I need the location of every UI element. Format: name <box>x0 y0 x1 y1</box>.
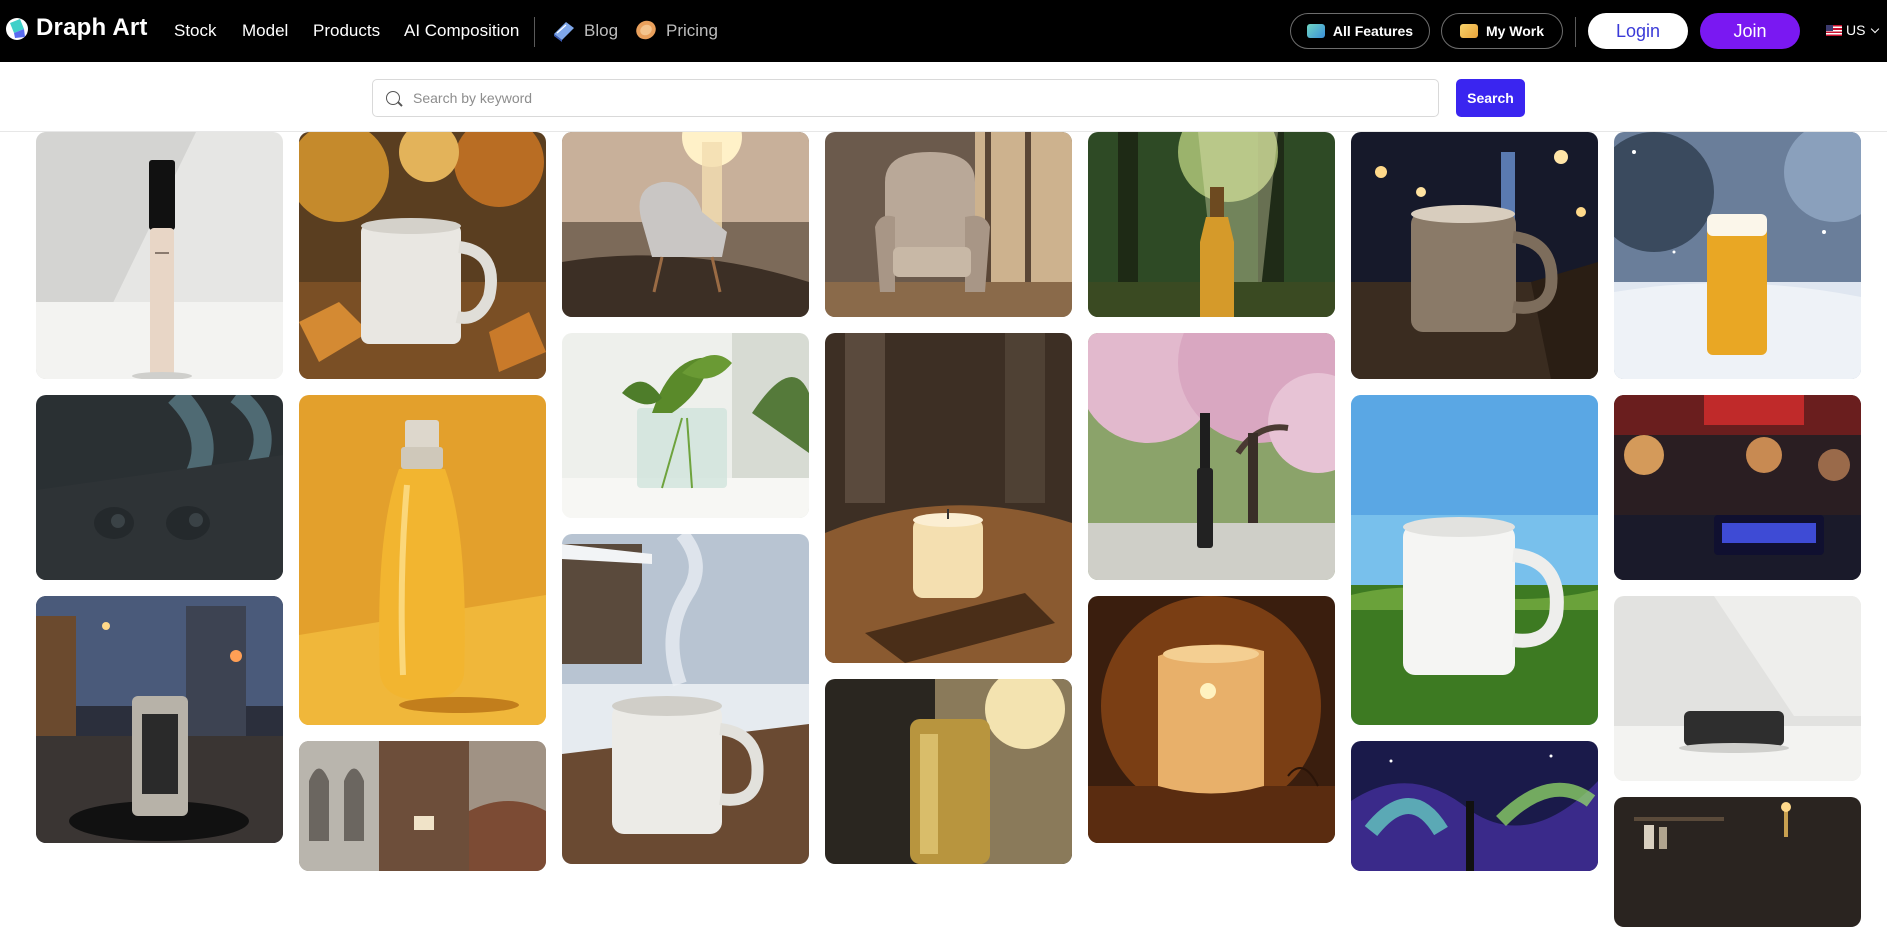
gallery-image-beer-can-street[interactable] <box>36 596 283 843</box>
search-input[interactable] <box>413 80 1423 116</box>
image-content <box>562 534 809 864</box>
gallery-image-digital-clock[interactable] <box>1614 395 1861 580</box>
image-content <box>825 679 1072 864</box>
logo-icon <box>6 18 28 40</box>
image-content <box>562 132 809 317</box>
my-work-label: My Work <box>1485 23 1545 39</box>
image-content <box>299 741 546 871</box>
nav-divider <box>534 17 535 47</box>
join-button[interactable]: Join <box>1700 13 1800 49</box>
image-content <box>825 132 1072 317</box>
gallery-image-dark-shelf[interactable] <box>1614 797 1861 927</box>
image-content <box>1088 596 1335 843</box>
gallery-image-concealer[interactable] <box>36 132 283 379</box>
chevron-down-icon <box>1871 24 1880 33</box>
gallery-image-beer-forest[interactable] <box>1088 132 1335 317</box>
brand-name: Draph Art <box>36 14 148 41</box>
nav-products[interactable]: Products <box>313 21 380 41</box>
nav-blog[interactable]: Blog <box>584 21 618 41</box>
gallery-image-mascara-blossoms[interactable] <box>1088 333 1335 580</box>
nav-ai-composition[interactable]: AI Composition <box>404 21 519 41</box>
locale-selector[interactable]: US <box>1826 22 1880 38</box>
nav-divider <box>1575 17 1576 47</box>
search-box[interactable] <box>372 79 1439 117</box>
my-work-button[interactable]: My Work <box>1441 13 1563 49</box>
image-content <box>1614 395 1861 580</box>
image-content <box>299 395 546 725</box>
gallery-image-mascara-aurora[interactable] <box>1351 741 1598 871</box>
login-button[interactable]: Login <box>1588 13 1688 49</box>
gallery-image-mug-autumn[interactable] <box>299 132 546 379</box>
tag-icon <box>636 20 656 40</box>
gallery-image-armchair-lake[interactable] <box>562 132 809 317</box>
gallery-image-mug-night[interactable] <box>1351 132 1598 379</box>
gallery-image-plant-vase[interactable] <box>562 333 809 518</box>
gallery-image-armchair-window[interactable] <box>825 132 1072 317</box>
search-button[interactable]: Search <box>1456 79 1525 117</box>
search-icon <box>386 91 400 105</box>
gallery-image-beer-snow[interactable] <box>1614 132 1861 379</box>
image-content <box>1088 333 1335 580</box>
nav-stock[interactable]: Stock <box>174 21 217 41</box>
all-features-label: All Features <box>1332 23 1414 39</box>
book-icon <box>554 22 574 42</box>
gallery-image-candle-dark[interactable] <box>1088 596 1335 843</box>
gallery-image-speaker[interactable] <box>1614 596 1861 781</box>
gallery-image-candle-table[interactable] <box>825 333 1072 663</box>
image-content <box>1351 741 1598 871</box>
gallery-image-amber-bottle[interactable] <box>299 395 546 725</box>
locale-label: US <box>1846 22 1866 38</box>
image-content <box>36 596 283 843</box>
image-content <box>1088 132 1335 317</box>
folder-icon <box>1459 24 1478 38</box>
image-content <box>1351 395 1598 725</box>
image-content <box>825 333 1072 663</box>
gallery-image-gold-can[interactable] <box>825 679 1072 864</box>
image-content <box>1614 797 1861 927</box>
top-navigation-bar: Draph Art Stock Model Products AI Compos… <box>0 0 1887 62</box>
gallery-image-earbuds[interactable] <box>36 395 283 580</box>
us-flag-icon <box>1826 24 1842 36</box>
brand-logo[interactable]: Draph Art <box>4 14 148 42</box>
image-content <box>1614 596 1861 781</box>
nav-pricing[interactable]: Pricing <box>666 21 718 41</box>
all-features-button[interactable]: All Features <box>1290 13 1430 49</box>
gallery-image-steaming-mug[interactable] <box>562 534 809 864</box>
search-bar: Search <box>0 62 1887 132</box>
image-content <box>1614 132 1861 379</box>
gallery-image-mug-grass[interactable] <box>1351 395 1598 725</box>
gallery-image-hotel-room[interactable] <box>299 741 546 871</box>
image-content <box>36 132 283 379</box>
features-icon <box>1306 24 1325 38</box>
image-content <box>562 333 809 518</box>
nav-model[interactable]: Model <box>242 21 288 41</box>
image-content <box>36 395 283 580</box>
image-content <box>299 132 546 379</box>
image-content <box>1351 132 1598 379</box>
